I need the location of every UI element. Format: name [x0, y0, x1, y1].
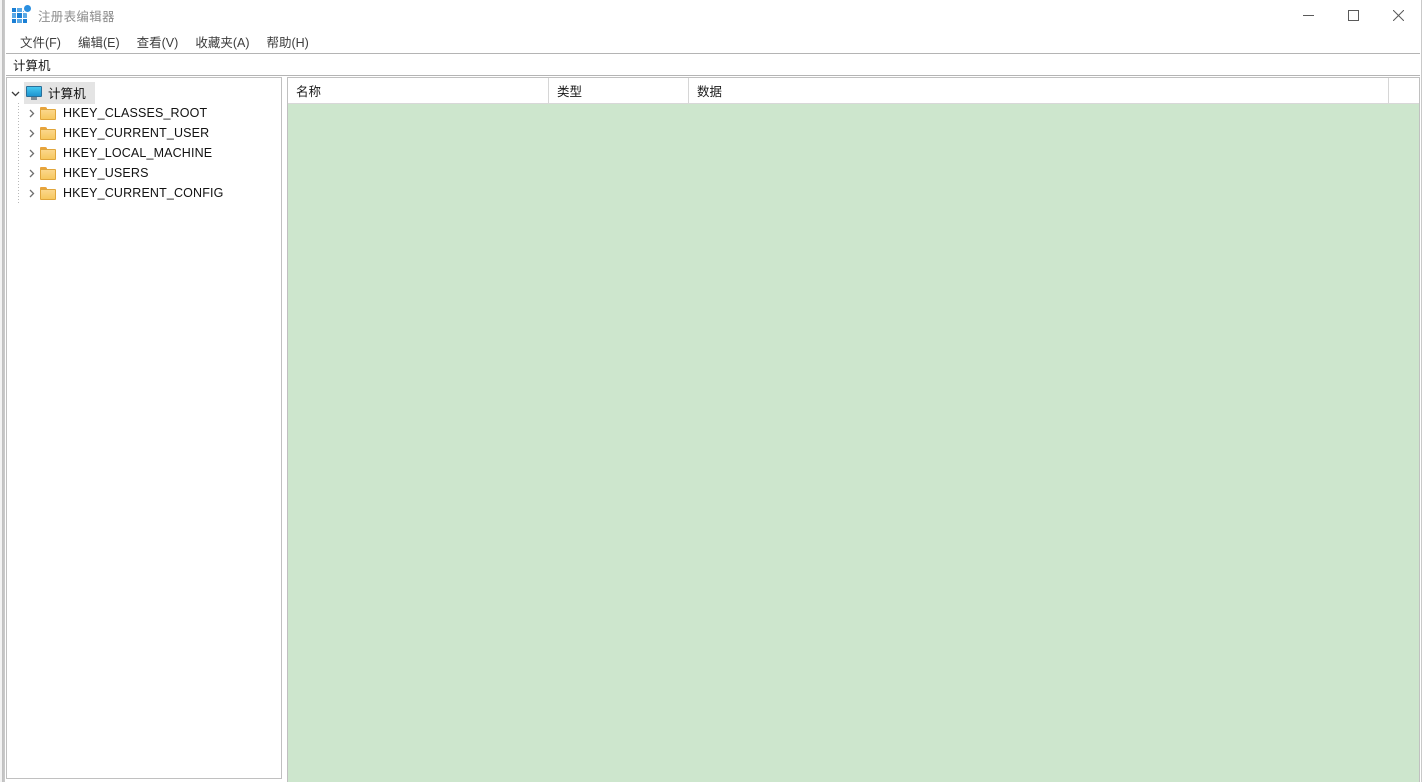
- tree-item-label: HKEY_LOCAL_MACHINE: [63, 145, 213, 160]
- column-header-name[interactable]: 名称: [288, 78, 549, 103]
- tree-item-computer[interactable]: 计算机: [7, 82, 281, 104]
- chevron-right-icon[interactable]: [23, 129, 40, 138]
- maximize-button[interactable]: [1331, 0, 1376, 31]
- chevron-down-icon[interactable]: [7, 89, 24, 98]
- folder-icon: [40, 106, 56, 120]
- registry-values-list[interactable]: [288, 104, 1419, 782]
- registry-tree-pane[interactable]: 计算机 HKEY_CLASSES_ROOT HKEY_CURRENT_USER …: [6, 77, 282, 779]
- column-header-data[interactable]: 数据: [689, 78, 1389, 103]
- close-button[interactable]: [1376, 0, 1421, 31]
- menu-item-file[interactable]: 文件(F): [13, 30, 68, 54]
- window-controls: [1286, 0, 1421, 31]
- window-title: 注册表编辑器: [38, 10, 115, 24]
- monitor-icon: [26, 86, 42, 100]
- registry-editor-window: 注册表编辑器 文件(F) 编辑(E) 查看(V) 收藏夹(A) 帮助(H) 计算…: [4, 0, 1422, 782]
- minimize-button[interactable]: [1286, 0, 1331, 31]
- address-bar[interactable]: 计算机: [6, 53, 1420, 76]
- gear-icon: [24, 5, 31, 12]
- tree-item-computer-selection[interactable]: 计算机: [24, 82, 95, 104]
- column-header-type[interactable]: 类型: [549, 78, 689, 103]
- column-header-spare[interactable]: [1389, 78, 1419, 103]
- chevron-right-icon[interactable]: [23, 109, 40, 118]
- menu-item-edit[interactable]: 编辑(E): [71, 30, 127, 54]
- tree-item-label: HKEY_CURRENT_CONFIG: [63, 185, 224, 200]
- menu-item-view[interactable]: 查看(V): [130, 30, 186, 54]
- tree-children: HKEY_CLASSES_ROOT HKEY_CURRENT_USER HKEY…: [7, 103, 281, 203]
- tree-guide-line: [18, 103, 19, 203]
- registry-tree: 计算机 HKEY_CLASSES_ROOT HKEY_CURRENT_USER …: [7, 78, 281, 203]
- chevron-right-icon[interactable]: [23, 149, 40, 158]
- tree-item-label: HKEY_CLASSES_ROOT: [63, 105, 208, 120]
- column-header-type-label: 类型: [557, 85, 583, 99]
- column-header-data-label: 数据: [697, 85, 723, 99]
- folder-icon: [40, 146, 56, 160]
- menu-bar: 文件(F) 编辑(E) 查看(V) 收藏夹(A) 帮助(H): [5, 31, 1421, 52]
- chevron-right-icon[interactable]: [23, 169, 40, 178]
- tree-item-hkey-local-machine[interactable]: HKEY_LOCAL_MACHINE: [23, 143, 281, 163]
- list-header: 名称 类型 数据: [288, 78, 1419, 104]
- address-input[interactable]: 计算机: [6, 55, 51, 74]
- registry-editor-icon: [12, 5, 31, 24]
- menu-item-favorites[interactable]: 收藏夹(A): [188, 30, 256, 54]
- chevron-right-icon[interactable]: [23, 189, 40, 198]
- tree-item-hkey-current-user[interactable]: HKEY_CURRENT_USER: [23, 123, 281, 143]
- title-bar: 注册表编辑器: [5, 0, 1421, 31]
- menu-item-help[interactable]: 帮助(H): [259, 30, 315, 54]
- folder-icon: [40, 126, 56, 140]
- column-header-name-label: 名称: [296, 85, 322, 99]
- folder-icon: [40, 186, 56, 200]
- tree-item-hkey-current-config[interactable]: HKEY_CURRENT_CONFIG: [23, 183, 281, 203]
- tree-item-computer-label: 计算机: [48, 87, 86, 101]
- tree-item-hkey-users[interactable]: HKEY_USERS: [23, 163, 281, 183]
- tree-item-hkey-classes-root[interactable]: HKEY_CLASSES_ROOT: [23, 103, 281, 123]
- folder-icon: [40, 166, 56, 180]
- tree-item-label: HKEY_USERS: [63, 165, 149, 180]
- content-area: 计算机 HKEY_CLASSES_ROOT HKEY_CURRENT_USER …: [5, 76, 1421, 782]
- tree-item-label: HKEY_CURRENT_USER: [63, 125, 210, 140]
- registry-values-pane[interactable]: 名称 类型 数据: [287, 77, 1420, 782]
